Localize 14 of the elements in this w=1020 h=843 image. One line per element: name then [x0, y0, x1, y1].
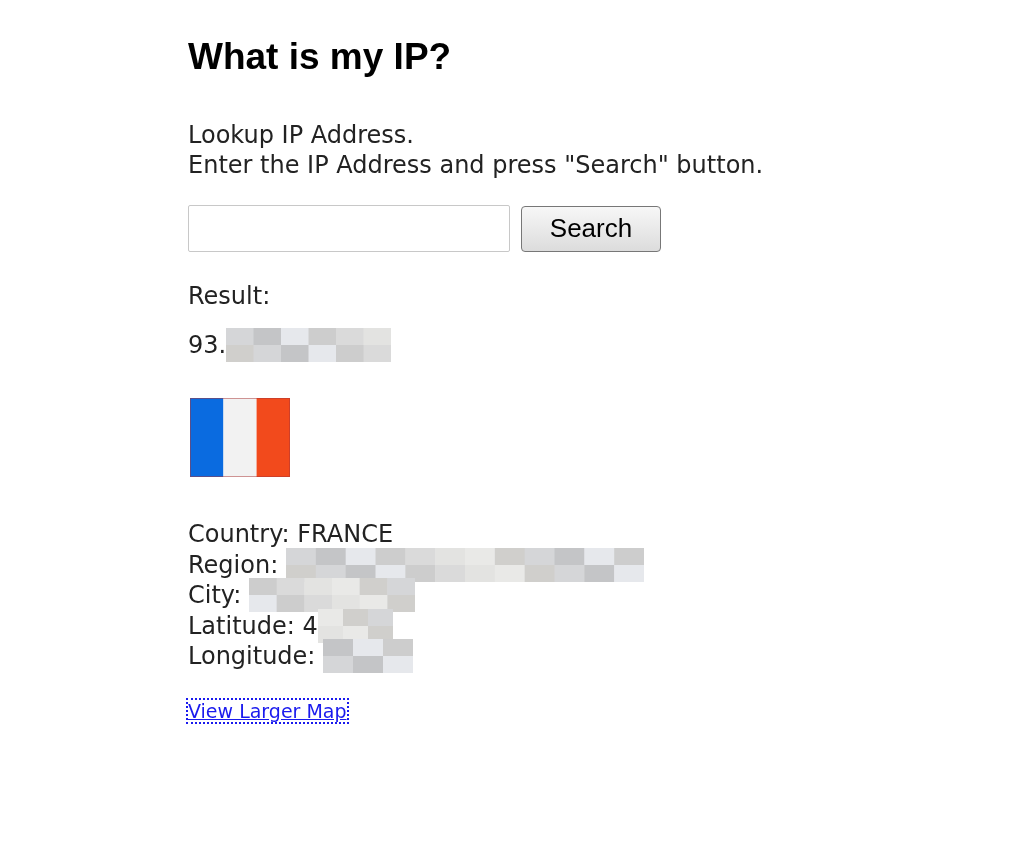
result-label: Result:: [188, 282, 271, 310]
flag-icon: [190, 398, 290, 477]
detail-text: City:: [188, 580, 243, 611]
view-map-link[interactable]: View Larger Map: [188, 699, 347, 722]
page-heading: What is my IP?: [188, 36, 453, 78]
ip-address: 93.: [188, 331, 227, 359]
detail-text: Region:: [188, 549, 280, 580]
detail-text: Latitude: 4: [188, 610, 318, 641]
detail-text: Longitude:: [188, 641, 317, 672]
detail-text: Country: FRANCE: [188, 519, 394, 550]
intro-text: Lookup IP Address.: [188, 120, 414, 150]
search-button[interactable]: Search: [521, 205, 661, 252]
intro-text: Enter the IP Address and press "Search" button.: [188, 150, 764, 180]
ip-input-field[interactable]: [188, 205, 510, 252]
